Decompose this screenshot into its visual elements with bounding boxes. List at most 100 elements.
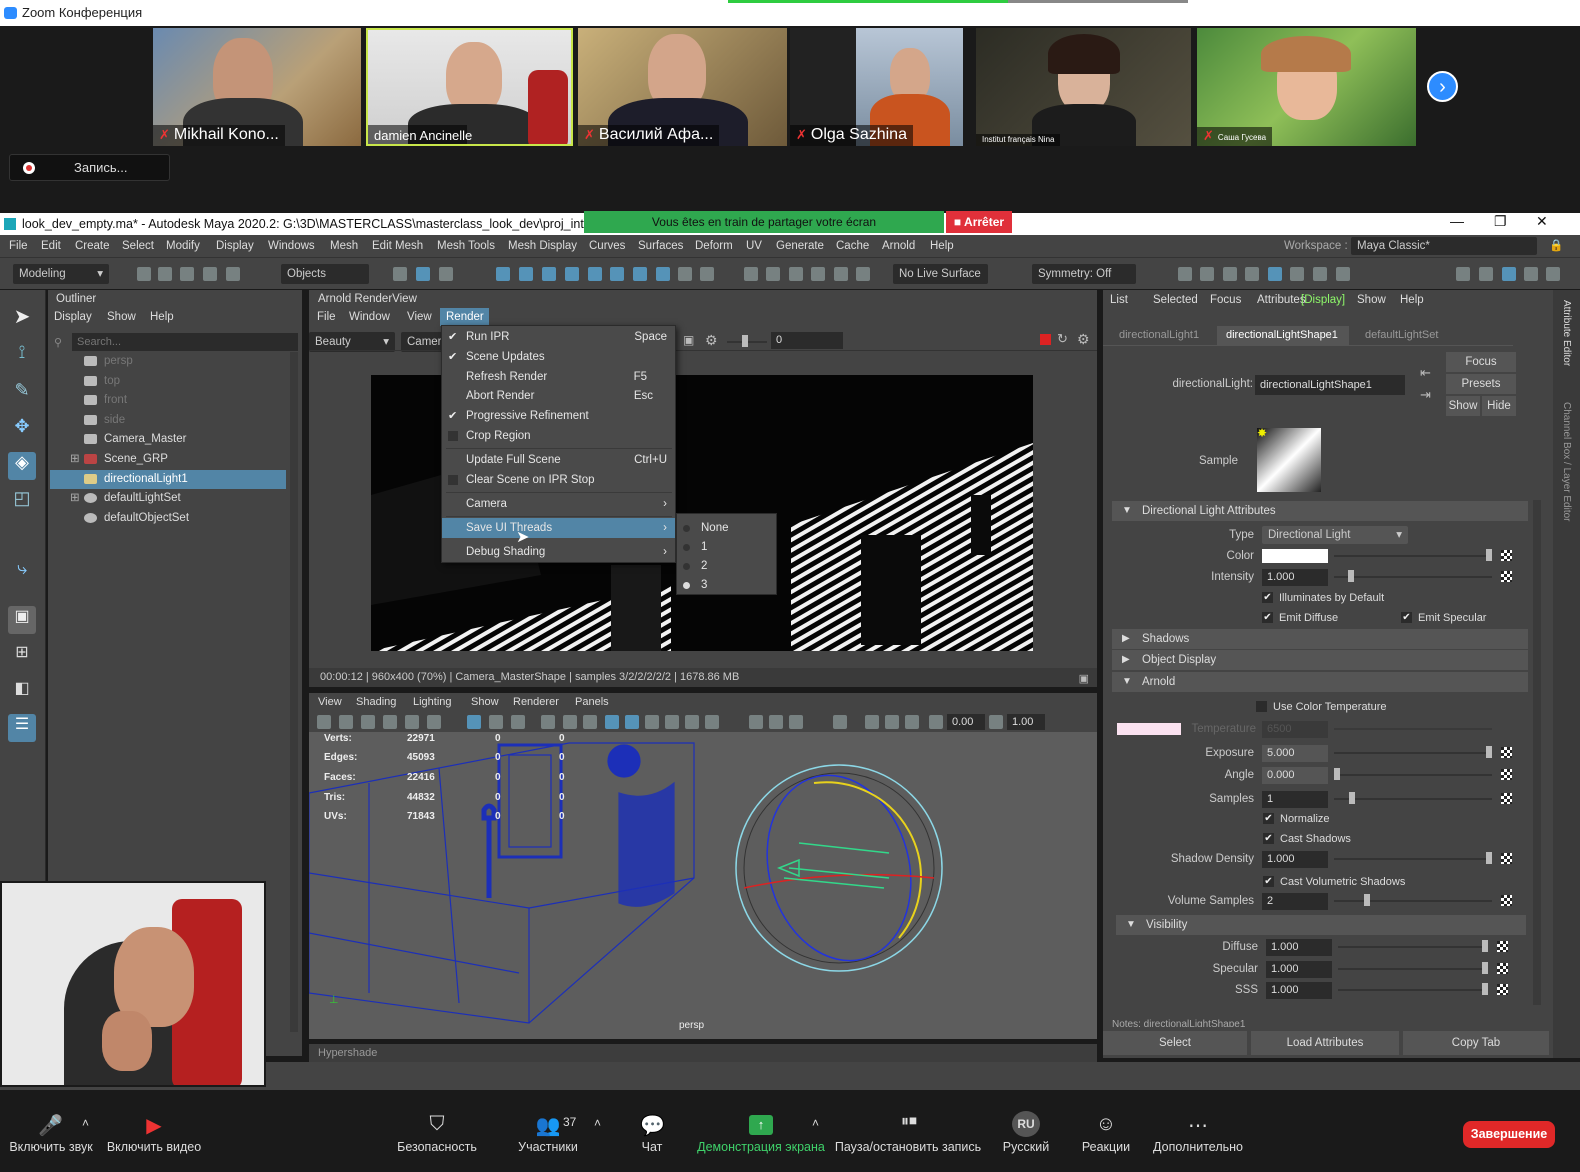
snap-curve-icon[interactable] — [519, 267, 533, 281]
map-button-icon[interactable] — [1497, 963, 1508, 974]
outliner-item-side[interactable]: side — [50, 411, 286, 430]
gate-mask-icon[interactable] — [541, 715, 555, 729]
channel-box-icon[interactable] — [1546, 267, 1560, 281]
color-slider-handle[interactable] — [1486, 549, 1492, 561]
camera-attributes-icon[interactable] — [339, 715, 353, 729]
menu-arnold[interactable]: Arnold — [882, 235, 915, 257]
emit-specular-checkbox[interactable]: ✔ — [1401, 612, 1412, 623]
ae-copy-tab-button[interactable]: Copy Tab — [1403, 1031, 1549, 1055]
history-icon[interactable] — [700, 267, 714, 281]
node-name-field[interactable]: directionalLightShape1 — [1255, 375, 1405, 395]
section-shadows[interactable]: ▶ Shadows — [1112, 629, 1528, 649]
color-slider[interactable] — [1334, 555, 1492, 557]
exposure-field[interactable]: 5.000 — [1262, 745, 1328, 762]
crop-icon[interactable]: ▣ — [683, 333, 694, 347]
use-all-lights-icon[interactable] — [685, 715, 699, 729]
isolate-select-icon[interactable] — [833, 715, 847, 729]
exposure-field[interactable]: 0 — [771, 332, 843, 349]
video-off-icon[interactable]: ▶ — [140, 1113, 168, 1138]
lasso-tool-icon[interactable]: ⟟ — [8, 342, 36, 370]
intensity-slider-handle[interactable] — [1348, 570, 1354, 582]
menu-edit-mesh[interactable]: Edit Mesh — [372, 235, 423, 257]
camera-dropdown[interactable]: Camer — [401, 332, 443, 352]
minimize-icon[interactable]: — — [1450, 213, 1464, 229]
outliner-menu-help[interactable]: Help — [150, 311, 174, 323]
ambient-occlusion-icon[interactable] — [749, 715, 763, 729]
samples-slider[interactable] — [1334, 798, 1492, 800]
reactions-button-label[interactable]: Реакции — [1078, 1140, 1134, 1154]
wireframe-icon[interactable] — [605, 715, 619, 729]
audio-options-chevron-icon[interactable]: ˄ — [82, 1116, 89, 1130]
map-button-icon[interactable] — [1497, 941, 1508, 952]
field-chart-icon[interactable] — [563, 715, 577, 729]
light-editor-icon[interactable] — [856, 267, 870, 281]
stop-share-button[interactable]: ■ Arrêter — [946, 211, 1012, 233]
menu-mesh-display[interactable]: Mesh Display — [508, 235, 577, 257]
shadows-icon[interactable] — [705, 715, 719, 729]
exposure-slider-handle[interactable] — [1486, 746, 1492, 758]
snap-pivot-icon[interactable] — [656, 267, 670, 281]
unmute-button-label[interactable]: Включить звук — [8, 1140, 94, 1154]
normalize-checkbox[interactable]: ✔ — [1263, 813, 1274, 824]
emit-diffuse-checkbox[interactable]: ✔ — [1262, 612, 1273, 623]
arnold-render-icon[interactable] — [1268, 267, 1282, 281]
snap-grid-icon[interactable] — [496, 267, 510, 281]
ae-load-attributes-button[interactable]: Load Attributes — [1251, 1031, 1399, 1055]
aov-dropdown[interactable]: Beauty ▾ — [309, 332, 395, 352]
volume-samples-slider-handle[interactable] — [1364, 894, 1370, 906]
menu-cache[interactable]: Cache — [836, 235, 869, 257]
live-surface-dropdown[interactable]: No Live Surface — [893, 264, 988, 284]
map-button-icon[interactable] — [1501, 550, 1512, 561]
samples-field[interactable]: 1 — [1262, 791, 1328, 808]
map-button-icon[interactable] — [1501, 853, 1512, 864]
tab-default-light-set[interactable]: defaultLightSet — [1365, 329, 1438, 341]
ae-scrollbar[interactable] — [1533, 500, 1541, 1005]
menu-curves[interactable]: Curves — [589, 235, 625, 257]
select-camera-icon[interactable] — [317, 715, 331, 729]
single-perspective-layout-icon[interactable]: ▣ — [8, 606, 36, 634]
recording-indicator[interactable]: Запись... — [9, 154, 170, 181]
restore-icon[interactable]: ❐ — [1494, 213, 1507, 230]
viewport-menu-panels[interactable]: Panels — [575, 693, 609, 712]
ae-menu-attributes[interactable]: Attributes — [1257, 294, 1306, 306]
menu-surfaces[interactable]: Surfaces — [638, 235, 683, 257]
chat-button-label[interactable]: Чат — [632, 1140, 672, 1154]
ipr-render-icon[interactable] — [766, 267, 780, 281]
participant-tile[interactable]: ✗ Mikhail Kono... — [153, 28, 361, 146]
map-button-icon[interactable] — [1501, 747, 1512, 758]
menu-item-refresh-render[interactable]: Refresh Render F5 — [442, 367, 675, 387]
start-video-button-label[interactable]: Включить видео — [106, 1140, 202, 1154]
menu-item-camera[interactable]: Camera › — [442, 494, 675, 514]
renderview-menu-view[interactable]: View — [407, 311, 432, 323]
color-swatch[interactable] — [1262, 549, 1328, 563]
pivot-icon[interactable] — [405, 715, 419, 729]
menu-windows[interactable]: Windows — [268, 235, 315, 257]
character-controls-icon[interactable] — [1479, 267, 1493, 281]
batch-render-icon[interactable] — [1223, 267, 1237, 281]
xray-icon[interactable] — [865, 715, 879, 729]
select-component-icon[interactable] — [439, 267, 453, 281]
refresh-icon[interactable]: ↻ — [1057, 331, 1068, 347]
ae-menu-focus[interactable]: Focus — [1210, 294, 1241, 306]
volume-samples-field[interactable]: 2 — [1262, 893, 1328, 910]
outliner-layout-icon[interactable]: ☰ — [8, 714, 36, 742]
settings-gear-icon[interactable]: ⚙ — [1077, 331, 1090, 348]
outliner-item-front[interactable]: front — [50, 391, 286, 410]
undo-icon[interactable] — [203, 267, 217, 281]
share-chevron-icon[interactable]: ˄ — [812, 1116, 819, 1130]
submenu-item-2[interactable]: 2 — [677, 557, 776, 576]
menu-select[interactable]: Select — [122, 235, 154, 257]
section-object-display[interactable]: ▶ Object Display — [1112, 650, 1528, 670]
exposure-slider-handle[interactable] — [742, 335, 748, 347]
lock-icon[interactable] — [678, 267, 692, 281]
cast-volumetric-shadows-checkbox[interactable]: ✔ — [1263, 876, 1274, 887]
outliner-item-top[interactable]: top — [50, 372, 286, 391]
angle-field[interactable]: 0.000 — [1262, 767, 1328, 784]
expand-icon[interactable]: ⊞ — [70, 450, 80, 469]
security-button-label[interactable]: Безопасность — [393, 1140, 481, 1154]
menu-uv[interactable]: UV — [746, 235, 762, 257]
more-button-label[interactable]: Дополнительно — [1148, 1140, 1248, 1154]
shadow-density-slider-handle[interactable] — [1486, 852, 1492, 864]
workspace-dropdown[interactable]: Maya Classic* — [1351, 237, 1537, 255]
tab-directional-light-shape1[interactable]: directionalLightShape1 — [1226, 329, 1338, 341]
